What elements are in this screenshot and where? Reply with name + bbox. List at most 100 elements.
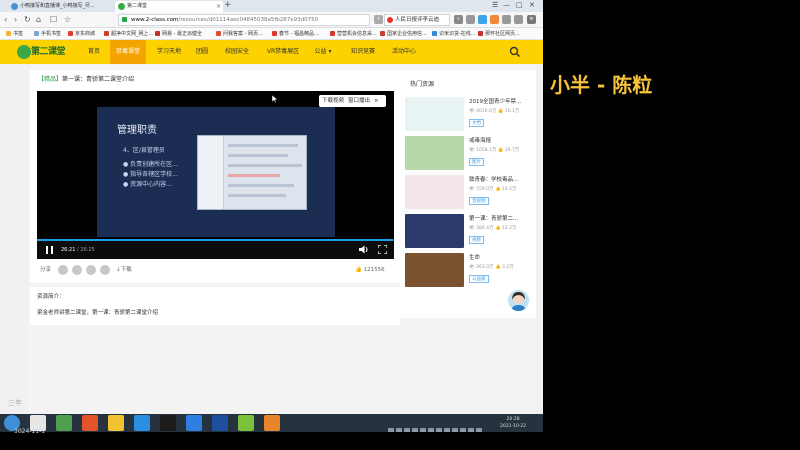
wechat-icon[interactable] — [58, 265, 68, 275]
tray-icon[interactable] — [420, 428, 426, 432]
nav-group[interactable]: 团圆 — [190, 40, 214, 64]
resource-thumbnail — [405, 175, 464, 209]
bookmark-item[interactable]: 国家企业信用信... — [380, 28, 427, 39]
menu-button[interactable]: ☰ — [492, 0, 498, 11]
extension-icon[interactable] — [466, 15, 475, 24]
bookmark-item[interactable]: 问我答案 - 网页... — [216, 28, 263, 39]
close-overlay-button[interactable]: × — [374, 98, 379, 104]
bookmark-item[interactable]: 京东商城 — [68, 28, 95, 39]
tray-icon[interactable] — [436, 428, 442, 432]
assistant-avatar[interactable] — [508, 290, 529, 311]
tray-icon[interactable] — [404, 428, 410, 432]
taskbar-clock[interactable]: 20:28 2021-10-22 — [500, 416, 526, 430]
video-progress-bar[interactable] — [37, 239, 394, 241]
nav-drug-class[interactable]: 禁毒课堂 — [110, 40, 146, 64]
bookmark-item[interactable]: 春节 - 福昌精品... — [272, 28, 319, 39]
app-icon[interactable] — [238, 415, 254, 431]
tray-icon[interactable] — [396, 428, 402, 432]
weibo-icon[interactable] — [100, 265, 110, 275]
lightning-icon[interactable]: ⚡ — [374, 15, 383, 24]
nav-safety[interactable]: 校园安全 — [220, 40, 254, 64]
download-button[interactable]: ↓下载 — [116, 263, 132, 277]
resource-card[interactable]: 生命 👁 263.0万 👍 3.2万 公益版 — [405, 253, 533, 289]
tray-icon[interactable] — [452, 428, 458, 432]
tray-icon[interactable] — [460, 428, 466, 432]
bookmark-label: 手机书签 — [41, 31, 62, 37]
nav-vr[interactable]: VR禁毒展区 — [261, 40, 305, 64]
tab-label: 小鸭接写和直播课_小鸭接写_尽... — [20, 3, 95, 9]
bookmark-item[interactable]: 识米识货-在线... — [432, 28, 476, 39]
bookmark-item[interactable]: 手机书签 — [34, 28, 62, 39]
site-logo[interactable]: 第二课堂 — [17, 43, 71, 61]
qzone-icon[interactable] — [86, 265, 96, 275]
app-icon[interactable] — [82, 415, 98, 431]
home-icon[interactable]: ⌂ — [36, 14, 41, 26]
more-icon[interactable]: ≡ — [527, 15, 536, 24]
site-icon — [155, 31, 160, 36]
bookmark-item[interactable]: 那怀社区网页... — [478, 28, 520, 39]
tools-icon[interactable] — [514, 15, 523, 24]
forward-button[interactable]: › — [14, 14, 17, 26]
resource-thumbnail — [405, 136, 464, 170]
new-tab-button[interactable]: + — [224, 0, 232, 11]
download-icon[interactable] — [502, 15, 511, 24]
tray-icon[interactable] — [444, 428, 450, 432]
video-player[interactable]: 管理职责 4、区/县管理员 ● 负责创建所在区... ● 指导各辖区学校... … — [37, 91, 394, 259]
magnifier-icon[interactable]: ⌕ — [454, 15, 463, 24]
app-icon[interactable] — [56, 415, 72, 431]
app-icon[interactable] — [186, 415, 202, 431]
tab-second-class[interactable]: 第二课堂 × — [115, 1, 223, 12]
address-bar[interactable]: www.2-class.com/resources/d01114aec04845… — [118, 14, 370, 26]
resource-views: 384.4万 — [476, 226, 494, 231]
pause-icon[interactable] — [46, 246, 53, 254]
nav-contest[interactable]: 知识竞赛 — [346, 40, 380, 64]
qq-icon[interactable] — [160, 415, 176, 431]
resource-card[interactable]: 2019全国青少年禁... 👁 4016.0万 👍 16.1万 文档 — [405, 97, 533, 133]
like-button[interactable]: 👍 121556 — [355, 263, 385, 277]
nav-public[interactable]: 公益 ▾ — [310, 40, 336, 64]
tray-icon[interactable] — [468, 428, 474, 432]
bookmark-item[interactable]: 网易 - 最正派健全 — [155, 28, 202, 39]
game-icon[interactable] — [490, 15, 499, 24]
back-button[interactable]: ‹ — [4, 14, 7, 26]
favorite-icon[interactable]: ☆ — [64, 14, 71, 26]
search-box[interactable]: 人民日报评李云迪 — [384, 14, 450, 26]
bookmark-item[interactable]: 书签 — [6, 28, 23, 39]
resource-card[interactable]: 第一课：青骄第二... 👁 384.4万 👍 12.2万 视频 — [405, 214, 533, 250]
tab-xiaoya[interactable]: 小鸭接写和直播课_小鸭接写_尽... — [8, 1, 114, 12]
popout-button[interactable]: 窗口播出 — [348, 98, 370, 104]
fullscreen-icon[interactable] — [378, 245, 387, 254]
tray-icon[interactable] — [428, 428, 434, 432]
maximize-button[interactable]: □ — [516, 0, 523, 11]
account-icon[interactable] — [478, 15, 487, 24]
close-icon[interactable]: × — [216, 1, 221, 12]
tray-icon[interactable] — [412, 428, 418, 432]
tray-icon[interactable] — [476, 428, 482, 432]
video-actions: 分享 ↓下载 👍 121556 — [38, 263, 390, 277]
description-text: 梁金老师讲第二课堂，第一课：青骄第二课堂介绍 — [37, 310, 159, 316]
app-icon[interactable] — [264, 415, 280, 431]
resource-card[interactable]: 致青春：学校毒品... 👁 559.0万 👍 14.5万 音视频 — [405, 175, 533, 211]
nav-activity[interactable]: 活动中心 — [386, 40, 422, 64]
address-host: www.2-class.com — [131, 17, 179, 23]
search-icon[interactable] — [509, 46, 521, 58]
resource-stats: 👁 1058.1万 👍 19.7万 — [469, 148, 520, 153]
tray-icon[interactable] — [388, 428, 394, 432]
screenshot-row — [228, 144, 298, 147]
folder-icon[interactable] — [108, 415, 124, 431]
refresh-button[interactable]: ↻ — [24, 14, 31, 26]
volume-icon[interactable] — [359, 245, 369, 254]
description-label: 资源简介： — [37, 294, 65, 300]
close-window-button[interactable]: ✕ — [529, 0, 535, 11]
browser-icon[interactable] — [134, 415, 150, 431]
resource-card[interactable]: 戒毒海报 👁 1058.1万 👍 19.7万 图片 — [405, 136, 533, 172]
nav-home[interactable]: 首页 — [82, 40, 106, 64]
minimize-button[interactable]: — — [503, 0, 510, 11]
download-video-button[interactable]: 下载视频 — [322, 98, 344, 104]
bookmark-item[interactable]: 超净中文网_网上... — [104, 28, 153, 39]
history-icon[interactable]: ☐ — [50, 14, 57, 26]
qq-icon[interactable] — [72, 265, 82, 275]
nav-study[interactable]: 学习天地 — [152, 40, 186, 64]
bookmark-item[interactable]: 营营机会信息采... — [330, 28, 377, 39]
app-icon[interactable] — [212, 415, 228, 431]
